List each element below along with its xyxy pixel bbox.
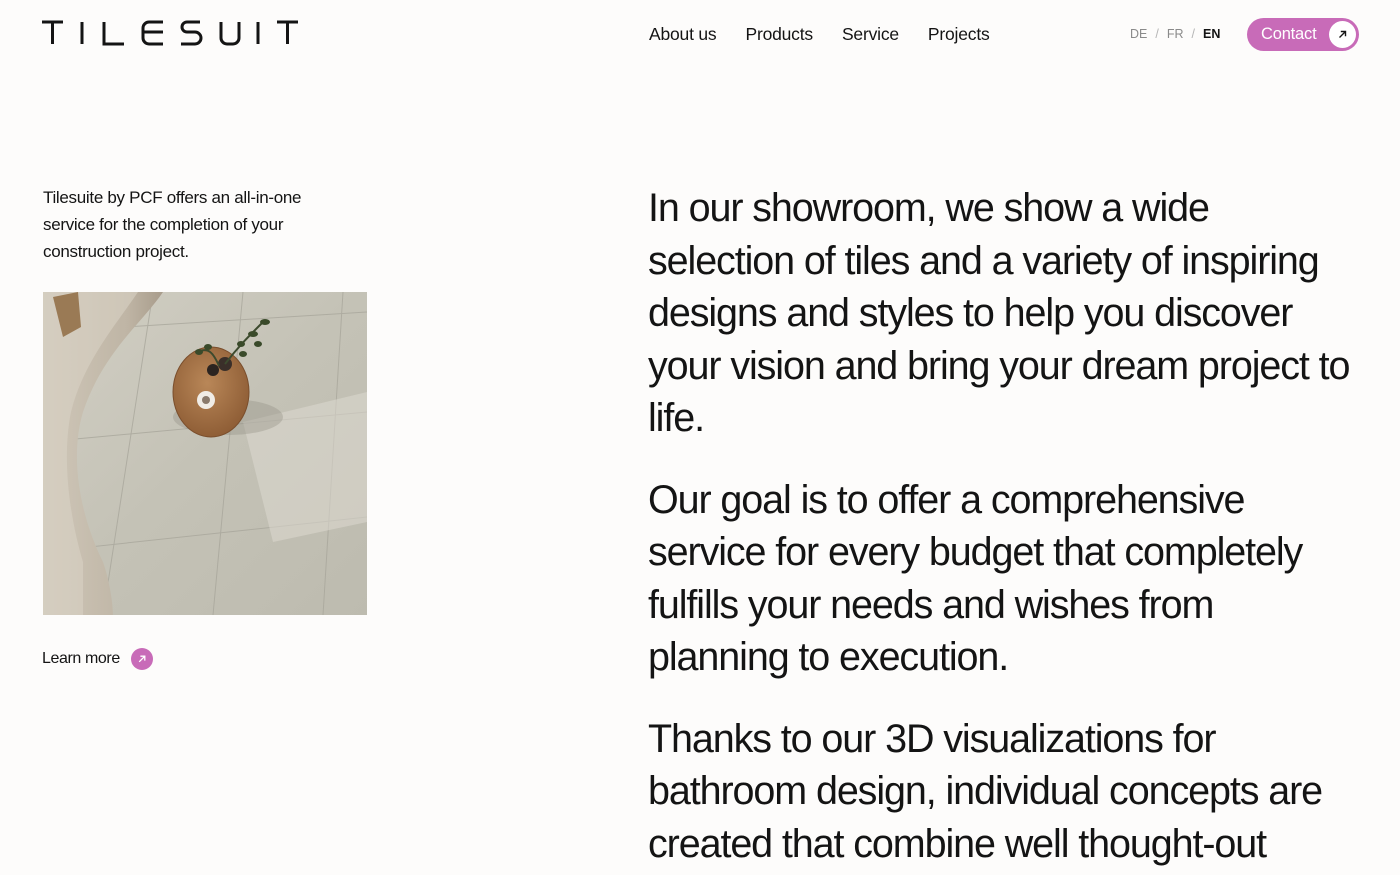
paragraph-goal: Our goal is to offer a comprehensive ser… — [648, 477, 1303, 680]
nav-item-service[interactable]: Service — [842, 24, 899, 44]
nav-item-products[interactable]: Products — [745, 24, 813, 44]
nav-item-projects[interactable]: Projects — [928, 24, 990, 44]
language-switcher: DE / FR / EN — [1130, 27, 1220, 41]
lang-separator: / — [1191, 27, 1196, 41]
lang-option-fr[interactable]: FR — [1167, 27, 1184, 41]
logo-wordmark — [42, 20, 298, 46]
lang-option-de[interactable]: DE — [1130, 27, 1147, 41]
contact-button-label: Contact — [1261, 25, 1317, 43]
learn-more-label: Learn more — [42, 650, 120, 667]
intro-text: Tilesuite by PCF offers an all-in-one se… — [43, 188, 302, 261]
showroom-photo — [43, 292, 367, 615]
nav-item-about-us[interactable]: About us — [649, 24, 717, 44]
contact-button[interactable]: Contact — [1247, 18, 1359, 51]
main-content: In our showroom, we show a wide selectio… — [648, 182, 1358, 875]
main-nav: About us Products Service Projects — [649, 24, 990, 44]
tilesuite-logo[interactable] — [42, 19, 300, 47]
learn-more-link[interactable]: Learn more — [42, 648, 153, 670]
arrow-up-right-icon — [130, 648, 153, 670]
paragraph-3d-visualizations: Thanks to our 3D visualizations for bath… — [648, 716, 1323, 866]
paragraph-showroom: In our showroom, we show a wide selectio… — [648, 186, 1350, 440]
lang-option-en[interactable]: EN — [1203, 27, 1220, 41]
lang-separator: / — [1155, 27, 1159, 41]
arrow-up-right-icon — [1329, 21, 1356, 48]
